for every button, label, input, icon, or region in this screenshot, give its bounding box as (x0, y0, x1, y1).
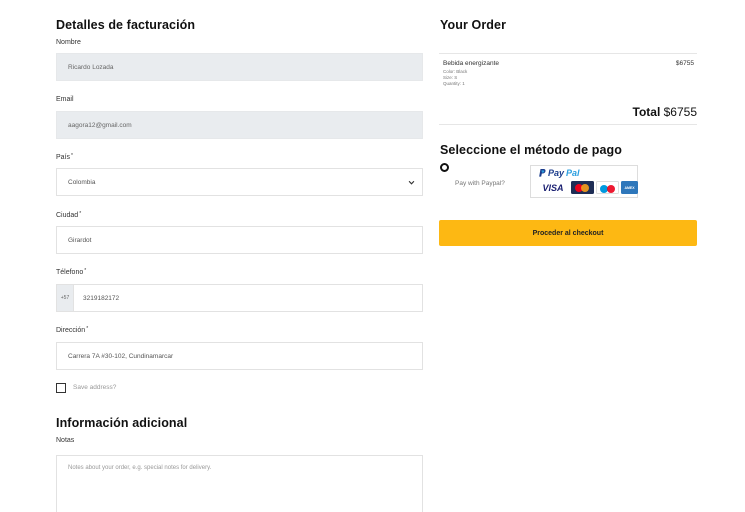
total-value: $6755 (663, 105, 697, 119)
paypal-radio[interactable] (440, 163, 449, 172)
notas-placeholder: Notes about your order, e.g. special not… (68, 465, 212, 471)
order-total: Total $6755 (560, 105, 698, 119)
ciudad-field[interactable]: Girardot (56, 226, 423, 254)
email-value: aagora12@gmail.com (68, 121, 132, 129)
save-address-label: Save address? (73, 384, 117, 391)
telefono-label: Télefono* (56, 268, 87, 276)
order-item-size: Size: S (443, 75, 458, 80)
save-address-checkbox[interactable] (56, 383, 66, 393)
maestro-logo (596, 181, 619, 194)
amex-logo: AMEX (621, 181, 638, 194)
card-logos: VISA AMEX (537, 181, 638, 194)
direccion-field[interactable]: Carrera 7A #30-102, Cundinamarcar (56, 342, 423, 370)
telefono-value: 3219182172 (83, 294, 120, 302)
visa-logo: VISA (537, 181, 569, 194)
notas-label: Notas (56, 437, 75, 444)
order-title: Your Order (440, 18, 507, 32)
pais-select[interactable]: Colombia (56, 168, 423, 196)
direccion-value: Carrera 7A #30-102, Cundinamarcar (68, 352, 174, 360)
paypal-logo: Pay Pal (539, 168, 580, 178)
billing-title: Detalles de facturación (56, 18, 196, 32)
nombre-label: Nombre (56, 39, 81, 46)
nombre-field[interactable]: Ricardo Lozada (56, 53, 423, 81)
order-item-color: Color: Black (443, 69, 468, 74)
phone-prefix: +57 (57, 285, 74, 311)
notas-textarea[interactable]: Notes about your order, e.g. special not… (56, 455, 423, 512)
ciudad-value: Girardot (68, 236, 92, 244)
order-item-name: Bebida energizante (443, 60, 500, 67)
ciudad-label: Ciudad* (56, 211, 82, 219)
email-field[interactable]: aagora12@gmail.com (56, 111, 423, 139)
pais-value: Colombia (68, 178, 96, 186)
order-divider-bottom (439, 124, 697, 125)
paypal-p-icon (539, 169, 546, 177)
email-label: Email (56, 96, 74, 103)
paypal-option-label: Pay with Paypal? (455, 180, 505, 187)
order-divider-top (439, 53, 697, 54)
chevron-down-icon (408, 180, 415, 185)
nombre-value: Ricardo Lozada (68, 63, 114, 71)
additional-info-title: Información adicional (56, 416, 188, 430)
payment-method-title: Seleccione el método de pago (440, 143, 623, 157)
direccion-label: Dirección* (56, 326, 89, 334)
total-label: Total (632, 105, 661, 119)
paypal-acceptance-mark: Pay Pal VISA AMEX (530, 165, 638, 198)
order-item-quantity: Quantity: 1 (443, 81, 465, 86)
checkout-button[interactable]: Proceder al checkout (439, 220, 697, 246)
order-item-price: $6755 (675, 60, 694, 67)
telefono-field[interactable]: +57 3219182172 (56, 284, 423, 312)
mastercard-logo (571, 181, 594, 194)
pais-label: País* (56, 153, 73, 161)
